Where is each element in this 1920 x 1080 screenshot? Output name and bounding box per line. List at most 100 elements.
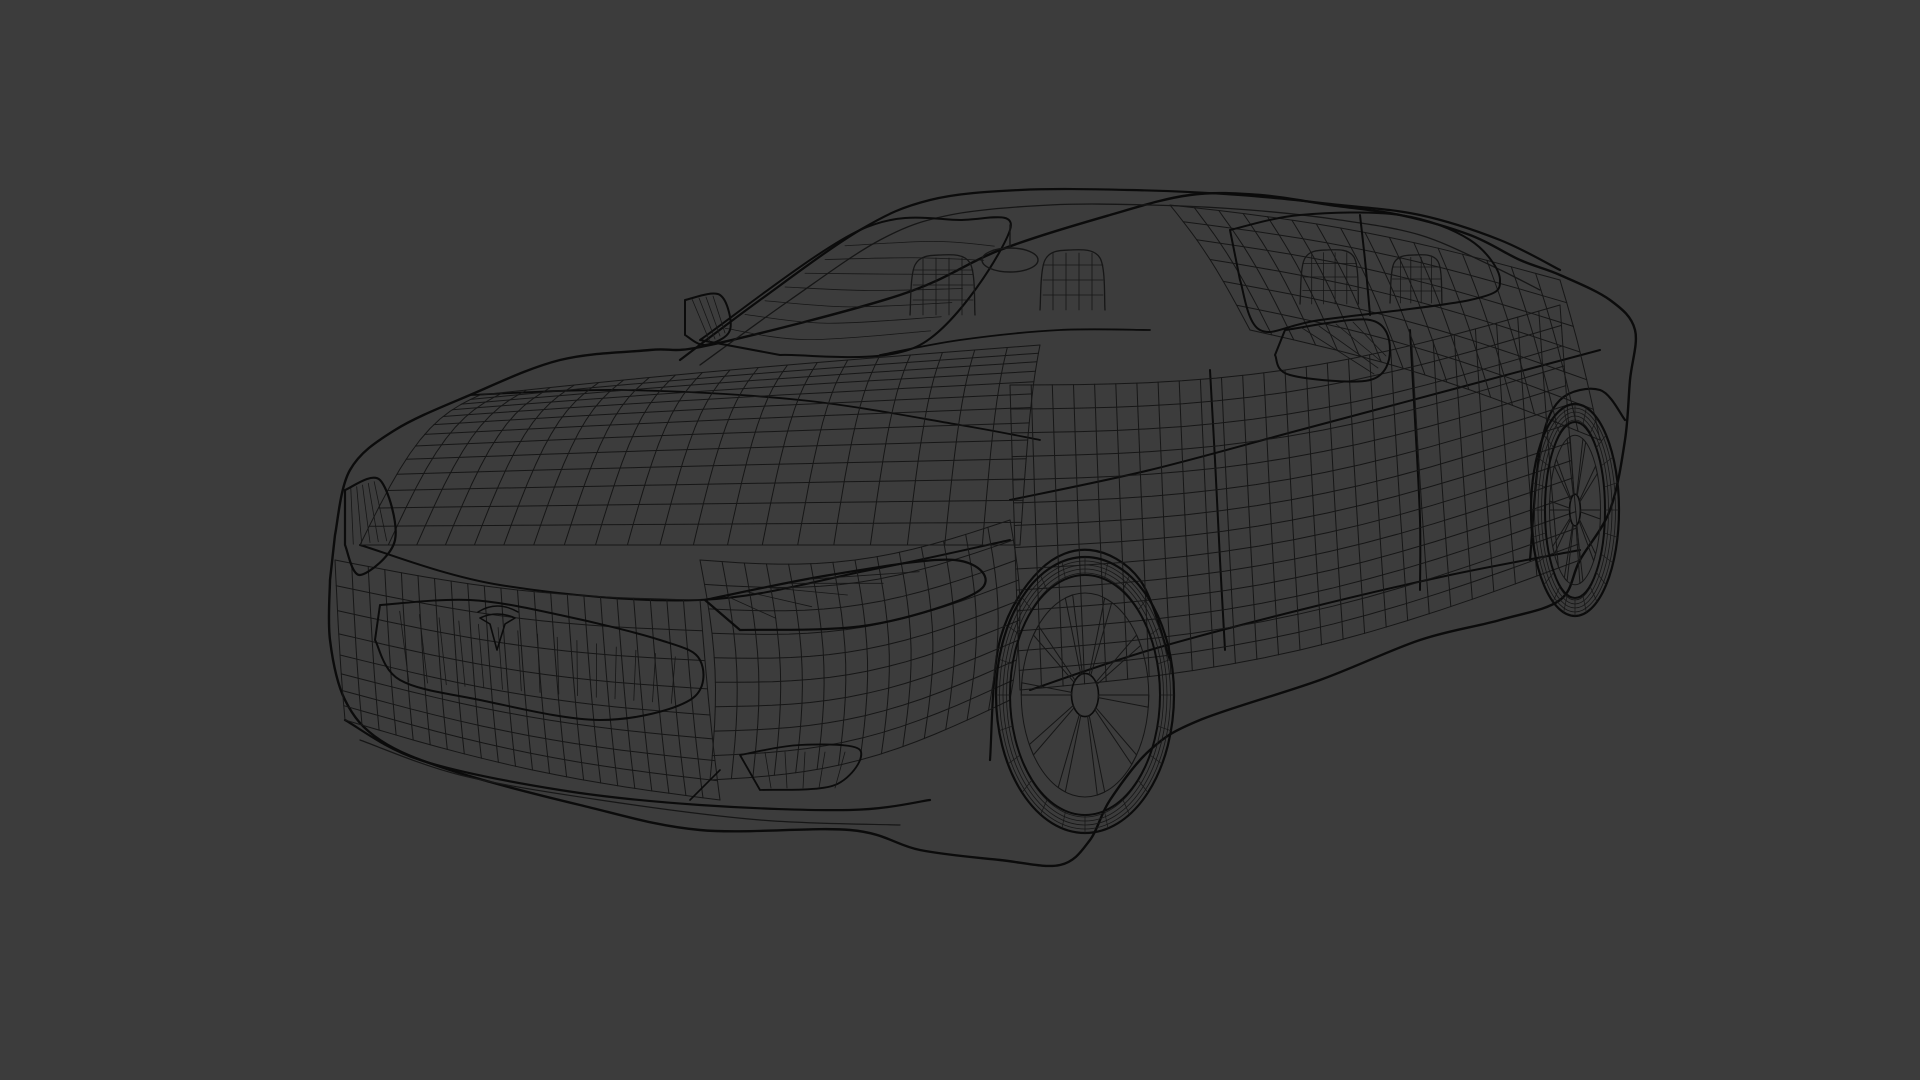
- fender-edge-u: [810, 563, 825, 770]
- 3d-viewport[interactable]: [0, 0, 1920, 1080]
- hood-edge-u: [416, 389, 528, 546]
- car-body-outline: [327, 187, 1638, 868]
- headlight-lens-line: [767, 587, 848, 596]
- door-panel-edge-u: [1199, 378, 1215, 668]
- hood-edge-v: [378, 499, 1024, 509]
- mirror-grid-line: [691, 298, 711, 343]
- bumper-edge-v: [338, 633, 708, 690]
- windshield-grid-line: [804, 272, 974, 275]
- door-panel-edge-u: [1115, 383, 1129, 680]
- side-mirror-left: [684, 292, 732, 347]
- rearview-mirror: [981, 247, 1039, 273]
- grille-slat: [478, 623, 485, 689]
- windshield-grid-line: [764, 300, 953, 308]
- rear-wheel: [1529, 402, 1621, 618]
- fender-edge-u: [788, 563, 803, 774]
- hood-edge-u: [473, 384, 575, 546]
- front-wheel: [994, 555, 1176, 835]
- fender-edge-u: [920, 546, 934, 739]
- hood-edge-u: [563, 377, 650, 546]
- bumper-edge-u: [400, 572, 414, 741]
- bumper-edge-u: [450, 580, 465, 755]
- side-character-line: [1009, 349, 1601, 501]
- hood-edge-u: [761, 362, 818, 546]
- hood-edge-u: [659, 369, 731, 546]
- door-panel-edge-u: [1242, 374, 1258, 660]
- rear-wheel-spoke: [1576, 438, 1587, 497]
- bumper-edge-u: [434, 578, 448, 750]
- hood-edge-u: [626, 372, 703, 546]
- side-mirror-right: [1274, 318, 1391, 383]
- hood-edge-v: [405, 439, 1029, 460]
- bumper-edge-u: [351, 562, 363, 726]
- door-panel-edge-u: [1453, 334, 1473, 600]
- door-panel-edge-u: [1474, 328, 1495, 593]
- rear-roof-edge-u: [1193, 207, 1273, 336]
- front-wheel-hub: [1070, 672, 1100, 718]
- lower-intake: [739, 743, 863, 791]
- hood-edge-u: [797, 359, 849, 546]
- grille-slat: [614, 646, 617, 700]
- fender-edge-v: [699, 519, 1011, 565]
- intake-slat: [818, 751, 826, 789]
- fender-edge-u: [854, 559, 869, 761]
- intake-slat: [802, 751, 806, 789]
- rear-wheel-spoke: [1578, 465, 1598, 503]
- headlight-lens-line: [362, 484, 371, 543]
- bumper-edge-u: [616, 597, 636, 789]
- mirror-grid-line: [1352, 321, 1387, 357]
- mirror-grid-line: [1301, 327, 1375, 375]
- b-pillar: [1359, 214, 1371, 316]
- intake-slat: [764, 751, 772, 789]
- bumper-edge-u: [483, 585, 499, 763]
- bumper-crease: [689, 769, 721, 801]
- windshield-grid-line: [844, 240, 995, 247]
- bumper-edge-u: [517, 589, 533, 771]
- windshield-grid-line: [744, 314, 942, 324]
- front-wheel-spoke: [1057, 714, 1082, 793]
- intake-slat: [784, 751, 788, 789]
- dashboard: [879, 328, 1151, 356]
- hood-edge-u: [387, 392, 504, 546]
- door-panel-edge-u: [1009, 384, 1021, 691]
- door-panel-edge-u: [1390, 349, 1409, 622]
- hood-edge-v: [451, 370, 1036, 411]
- hood-edge-u: [833, 357, 880, 546]
- front-wheel-spoke: [1094, 707, 1138, 765]
- hood-edge-u: [727, 364, 788, 546]
- front-wheel-spoke: [1087, 715, 1106, 796]
- fender-edge-v: [711, 679, 1014, 757]
- bumper-edge-u: [467, 583, 482, 759]
- bumper-edge-u: [533, 591, 550, 774]
- logo-arc: [477, 605, 519, 613]
- grille-slat: [633, 649, 637, 701]
- car-body-mesh: [334, 204, 1601, 801]
- rear-roof-edge-u: [1510, 266, 1557, 423]
- door-panel-edge-u: [1073, 384, 1086, 685]
- door-panel-edge-u: [1136, 382, 1150, 678]
- cabin-interior: [879, 224, 1443, 356]
- hood-edge-v: [387, 478, 1026, 491]
- car-wireframe-icon: [327, 187, 1638, 868]
- headlight-lens-line: [356, 486, 363, 544]
- bumper-edge-u: [666, 598, 687, 796]
- windshield-grid-line: [724, 327, 932, 341]
- mirror-shell: [1274, 318, 1391, 383]
- logo-mark: [479, 613, 516, 651]
- windshield: [699, 211, 1501, 359]
- hood-edge-u: [869, 354, 911, 546]
- mirror-grid-line: [698, 297, 716, 340]
- rear-wheel-spoke: [1575, 524, 1584, 584]
- bumper-edge-u: [384, 569, 397, 736]
- hood-edge-u: [906, 352, 943, 546]
- fender-edge-u: [876, 556, 890, 755]
- fender-edge-u: [943, 540, 956, 731]
- grille-slat: [576, 640, 578, 696]
- bumper-edge-u: [699, 599, 721, 801]
- rear-wheel-spoke: [1579, 509, 1601, 520]
- hood-edge-v: [368, 521, 1022, 527]
- roof-line-inner: [699, 203, 1541, 366]
- rear-roof-edge-u: [1340, 227, 1404, 369]
- headlight-lens-line: [373, 481, 388, 542]
- bumper-edge-u: [566, 594, 585, 781]
